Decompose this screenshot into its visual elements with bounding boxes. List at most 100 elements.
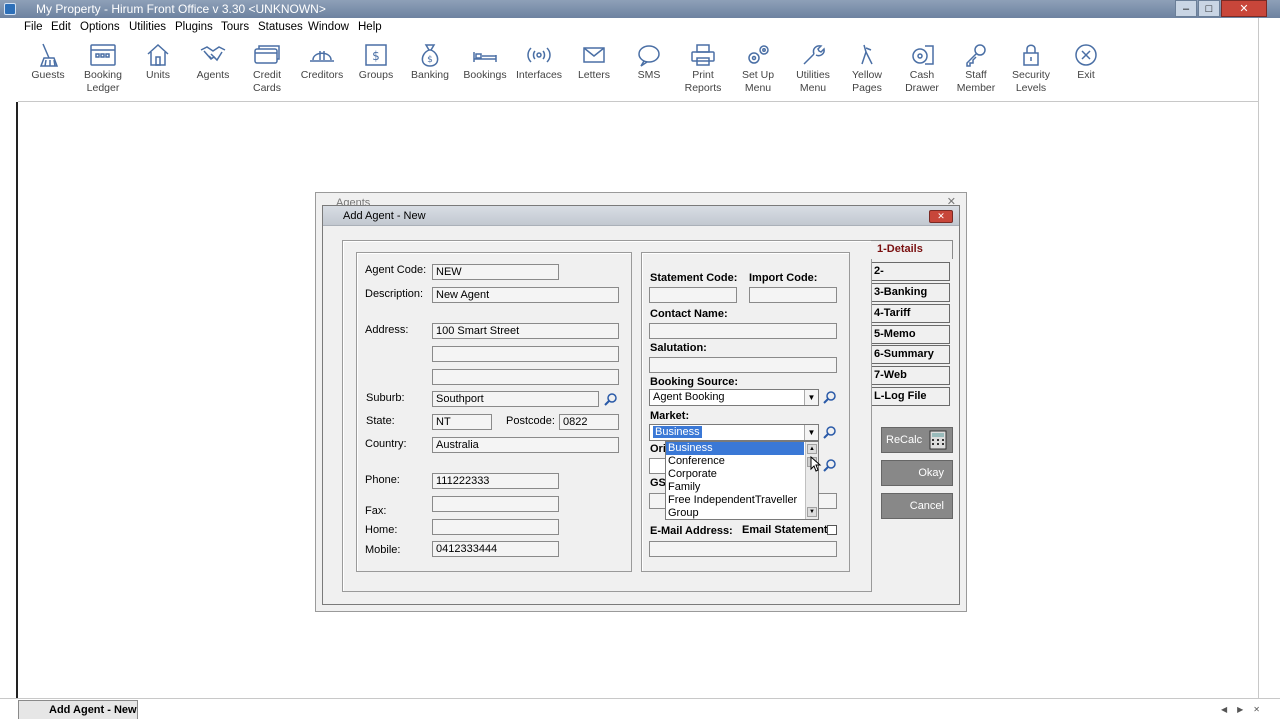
tab-summary[interactable]: 6-Summary — [872, 345, 950, 364]
cancel-button[interactable]: Cancel — [881, 493, 953, 519]
maximize-button[interactable]: □ — [1198, 0, 1220, 17]
booking-source-select[interactable]: Agent Booking ▼ — [649, 389, 819, 406]
toolbar-staff-member-button[interactable]: Staff Member — [949, 38, 1003, 100]
suburb-field[interactable]: Southport — [432, 391, 599, 407]
contact-name-label: Contact Name: — [650, 308, 728, 320]
menu-statuses[interactable]: Statuses — [258, 21, 303, 33]
menu-edit[interactable]: Edit — [51, 21, 71, 33]
toolbar-booking-ledger-button[interactable]: Booking Ledger — [76, 38, 130, 100]
menu-utilities[interactable]: Utilities — [129, 21, 166, 33]
address-line2-field[interactable] — [432, 346, 619, 362]
toolbar-bookings-button[interactable]: Bookings — [458, 38, 512, 100]
contact-name-field[interactable] — [649, 323, 837, 339]
agent-code-label: Agent Code: — [365, 264, 427, 276]
toolbar-banking-button[interactable]: $ Banking — [403, 38, 457, 100]
tab-tariff[interactable]: 4-Tariff — [872, 304, 950, 323]
email-statement-checkbox[interactable] — [827, 525, 837, 535]
exit-icon — [1075, 44, 1097, 66]
toolbar-interfaces-button[interactable]: Interfaces — [512, 38, 566, 100]
toolbar-yellow-pages-button[interactable]: Yellow Pages — [840, 38, 894, 100]
agent-code-field[interactable]: NEW — [432, 264, 559, 280]
menu-options[interactable]: Options — [80, 21, 120, 33]
booking-source-value: Agent Booking — [653, 391, 725, 403]
toolbar-guests-button[interactable]: Guests — [21, 38, 75, 100]
toolbar-setup-menu-button[interactable]: Set Up Menu — [731, 38, 785, 100]
menu-bar: File Edit Options Utilities Plugins Tour… — [0, 18, 1260, 38]
tab-log-file[interactable]: L-Log File — [872, 387, 950, 406]
address-line1-field[interactable]: 100 Smart Street — [432, 323, 619, 339]
dropdown-scrollbar[interactable]: ▲ ▼ — [805, 442, 818, 519]
toolbar-security-levels-button[interactable]: Security Levels — [1004, 38, 1058, 100]
state-label: State: — [366, 415, 395, 427]
home-field[interactable] — [432, 519, 559, 535]
chevron-down-icon[interactable]: ▼ — [804, 390, 818, 405]
email-statement-label: Email Statement — [742, 524, 828, 536]
fax-field[interactable] — [432, 496, 559, 512]
padlock-icon — [1023, 44, 1039, 66]
address-line3-field[interactable] — [432, 369, 619, 385]
country-field[interactable]: Australia — [432, 437, 619, 453]
suburb-search-icon[interactable] — [604, 392, 618, 406]
tab-commission[interactable]: 2-Commission — [872, 262, 950, 294]
menu-file[interactable]: File — [24, 21, 43, 33]
tab-details[interactable]: 1-Details — [871, 240, 953, 259]
tab-web[interactable]: 7-Web — [872, 366, 950, 385]
toolbar-agents-button[interactable]: Agents — [186, 38, 240, 100]
phone-field[interactable]: 111222333 — [432, 473, 559, 489]
task-tab-add-agent[interactable]: Add Agent - New — [18, 700, 138, 719]
import-code-field[interactable] — [749, 287, 837, 303]
recalc-button[interactable]: ReCalc — [881, 427, 953, 453]
state-field[interactable]: NT — [432, 414, 492, 430]
market-search-icon[interactable] — [823, 425, 837, 439]
toolbar-sms-button[interactable]: SMS — [622, 38, 676, 100]
scroll-up-icon[interactable]: ▲ — [807, 444, 817, 454]
scroll-down-icon[interactable]: ▼ — [807, 507, 817, 517]
tab-banking[interactable]: 3-Banking — [872, 283, 950, 302]
toolbar-groups-button[interactable]: $ Groups — [349, 38, 403, 100]
toolbar-cash-drawer-button[interactable]: Cash Drawer — [895, 38, 949, 100]
menu-help[interactable]: Help — [358, 21, 382, 33]
menu-tours[interactable]: Tours — [221, 21, 249, 33]
minimize-button[interactable]: – — [1175, 0, 1197, 17]
market-option[interactable]: Corporate — [666, 468, 818, 481]
close-button[interactable]: ✕ — [1221, 0, 1267, 17]
chevron-down-icon[interactable]: ▼ — [804, 425, 818, 440]
origin-search-icon[interactable] — [823, 458, 837, 472]
market-select[interactable]: Business ▼ — [649, 424, 819, 441]
menu-plugins[interactable]: Plugins — [175, 21, 213, 33]
toolbar-exit-button[interactable]: Exit — [1059, 38, 1113, 100]
booking-source-search-icon[interactable] — [823, 390, 837, 404]
menu-window[interactable]: Window — [308, 21, 349, 33]
toolbar-creditors-button[interactable]: Creditors — [295, 38, 349, 100]
market-option[interactable]: Conference — [666, 455, 818, 468]
toolbar-print-reports-button[interactable]: Print Reports — [676, 38, 730, 100]
toolbar-utilities-menu-button[interactable]: Utilities Menu — [786, 38, 840, 100]
email-address-label: E-Mail Address: — [650, 525, 733, 537]
svg-text:$: $ — [372, 49, 380, 63]
money-bag-icon: $ — [421, 44, 439, 67]
description-label: Description: — [365, 288, 424, 300]
svg-text:$: $ — [427, 55, 433, 65]
mouse-cursor-icon — [810, 456, 822, 472]
email-field[interactable] — [649, 541, 837, 557]
statement-code-label: Statement Code: — [650, 272, 738, 284]
market-dropdown-list[interactable]: Business Conference Corporate Family Fre… — [665, 441, 819, 520]
market-option[interactable]: Free IndependentTraveller — [666, 494, 818, 507]
dialog-close-button[interactable]: ✕ — [929, 210, 953, 223]
country-label: Country: — [365, 438, 407, 450]
mobile-field[interactable]: 0412333444 — [432, 541, 559, 557]
toolbar-units-button[interactable]: Units — [131, 38, 185, 100]
market-option[interactable]: Group — [666, 507, 818, 519]
salutation-field[interactable] — [649, 357, 837, 373]
toolbar-letters-button[interactable]: Letters — [567, 38, 621, 100]
toolbar-credit-cards-button[interactable]: Credit Cards — [240, 38, 294, 100]
tab-memo[interactable]: 5-Memo — [872, 325, 950, 344]
okay-button[interactable]: Okay — [881, 460, 953, 486]
printer-icon — [691, 44, 715, 66]
market-option[interactable]: Business — [666, 442, 804, 455]
statement-code-field[interactable] — [649, 287, 737, 303]
market-option[interactable]: Family — [666, 481, 818, 494]
tab-scroll-arrows-icon[interactable]: ◀▶✕ — [1221, 705, 1270, 714]
postcode-field[interactable]: 0822 — [559, 414, 619, 430]
description-field[interactable]: New Agent — [432, 287, 619, 303]
